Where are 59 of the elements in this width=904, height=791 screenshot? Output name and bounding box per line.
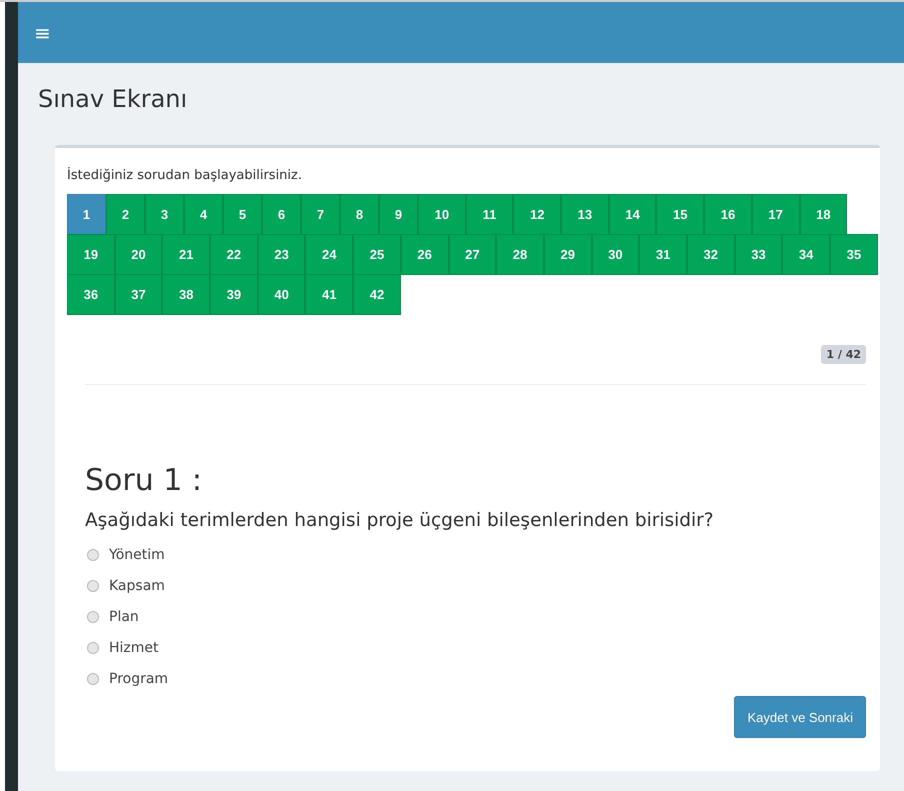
radio-button[interactable] bbox=[87, 548, 99, 560]
question-number-button[interactable]: 6 bbox=[262, 194, 301, 235]
question-number-button[interactable]: 5 bbox=[223, 194, 262, 235]
option-label[interactable]: Hizmet bbox=[109, 640, 159, 656]
question-number-button[interactable]: 16 bbox=[704, 194, 752, 235]
question-title: Soru 1 : bbox=[85, 463, 204, 498]
question-number-button[interactable]: 27 bbox=[448, 234, 496, 275]
option-label[interactable]: Program bbox=[109, 670, 168, 686]
question-number-button[interactable]: 33 bbox=[734, 234, 782, 275]
option-label[interactable]: Yönetim bbox=[109, 546, 165, 562]
question-number-button[interactable]: 36 bbox=[67, 274, 115, 315]
save-next-button[interactable]: Kaydet ve Sonraki bbox=[734, 696, 866, 738]
question-number-button[interactable]: 28 bbox=[496, 234, 544, 275]
option-label[interactable]: Kapsam bbox=[109, 578, 165, 594]
question-number-button[interactable]: 26 bbox=[400, 234, 448, 275]
question-number-button[interactable]: 18 bbox=[800, 194, 848, 235]
question-number-button[interactable]: 20 bbox=[114, 234, 162, 275]
question-number-button[interactable]: 42 bbox=[353, 274, 401, 315]
question-number-button[interactable]: 41 bbox=[305, 274, 354, 315]
intro-text: İstediğiniz sorudan başlayabilirsiniz. bbox=[67, 168, 303, 183]
question-number-button[interactable]: 38 bbox=[162, 274, 210, 315]
question-number-button[interactable]: 22 bbox=[210, 234, 258, 275]
question-number-button[interactable]: 10 bbox=[418, 194, 466, 235]
radio-button[interactable] bbox=[87, 580, 99, 592]
radio-button[interactable] bbox=[87, 610, 99, 622]
question-number-button[interactable]: 23 bbox=[258, 234, 306, 275]
question-number-button[interactable]: 37 bbox=[114, 274, 162, 315]
question-number-button[interactable]: 9 bbox=[379, 194, 418, 235]
question-number-button[interactable]: 14 bbox=[608, 194, 656, 235]
question-number-button[interactable]: 19 bbox=[67, 234, 115, 275]
question-number-button[interactable]: 25 bbox=[353, 234, 401, 275]
question-number-button[interactable]: 21 bbox=[162, 234, 210, 275]
question-number-button[interactable]: 40 bbox=[258, 274, 306, 315]
question-number-button[interactable]: 12 bbox=[513, 194, 562, 235]
question-number-button[interactable]: 4 bbox=[184, 194, 223, 235]
question-number-button[interactable]: 35 bbox=[830, 234, 878, 275]
question-number-button[interactable]: 7 bbox=[301, 194, 340, 235]
option-label[interactable]: Plan bbox=[109, 608, 139, 624]
radio-button[interactable] bbox=[87, 672, 99, 684]
question-number-button[interactable]: 3 bbox=[145, 194, 184, 235]
question-number-button[interactable]: 31 bbox=[639, 234, 687, 275]
question-number-button[interactable]: 29 bbox=[544, 234, 592, 275]
progress-label: 1 / 42 bbox=[821, 345, 866, 364]
question-number-button[interactable]: 1 bbox=[67, 194, 106, 235]
question-number-button[interactable]: 17 bbox=[752, 194, 800, 235]
question-number-button[interactable]: 24 bbox=[305, 234, 354, 275]
question-text: Aşağıdaki terimlerden hangisi proje üçgeni bileşenlerinden birisidir? bbox=[85, 510, 715, 531]
question-number-button[interactable]: 39 bbox=[210, 274, 258, 315]
radio-button[interactable] bbox=[87, 642, 99, 654]
question-number-button[interactable]: 34 bbox=[782, 234, 830, 275]
menu-icon[interactable]: ≡ bbox=[34, 22, 51, 42]
question-number-button[interactable]: 8 bbox=[340, 194, 379, 235]
question-number-button[interactable]: 13 bbox=[561, 194, 609, 235]
question-number-button[interactable]: 30 bbox=[592, 234, 640, 275]
question-number-button[interactable]: 11 bbox=[466, 194, 514, 235]
question-number-button[interactable]: 32 bbox=[686, 234, 735, 275]
question-number-button[interactable]: 2 bbox=[106, 194, 145, 235]
page-title: Sınav Ekranı bbox=[38, 85, 188, 115]
question-number-button[interactable]: 15 bbox=[656, 194, 704, 235]
